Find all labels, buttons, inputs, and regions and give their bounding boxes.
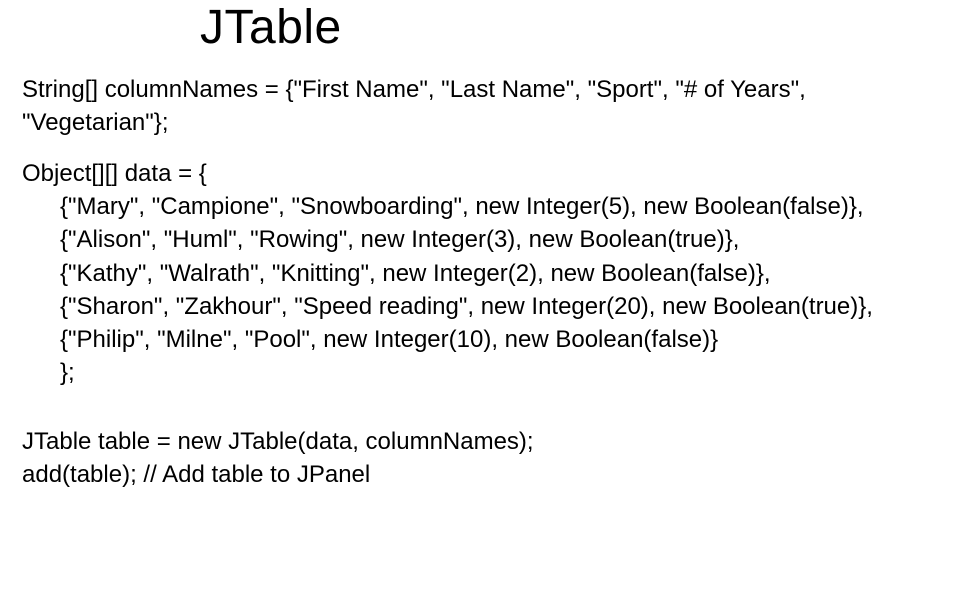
code-line-data-open: Object[][] data = { — [22, 157, 938, 190]
code-line-row: {"Philip", "Milne", "Pool", new Integer(… — [22, 323, 938, 356]
code-line-row: {"Mary", "Campione", "Snowboarding", new… — [22, 190, 938, 223]
code-line-row: {"Kathy", "Walrath", "Knitting", new Int… — [22, 257, 938, 290]
page-title: JTable — [200, 0, 938, 55]
code-line-add: add(table); // Add table to JPanel — [22, 458, 938, 491]
code-line-data-close: }; — [22, 356, 938, 389]
code-line-columns: String[] columnNames = {"First Name", "L… — [22, 73, 938, 139]
code-line-row: {"Alison", "Huml", "Rowing", new Integer… — [22, 223, 938, 256]
code-line-construct: JTable table = new JTable(data, columnNa… — [22, 425, 938, 458]
document-page: JTable String[] columnNames = {"First Na… — [0, 0, 960, 491]
code-line-row: {"Sharon", "Zakhour", "Speed reading", n… — [22, 290, 938, 323]
code-block: String[] columnNames = {"First Name", "L… — [22, 73, 938, 491]
